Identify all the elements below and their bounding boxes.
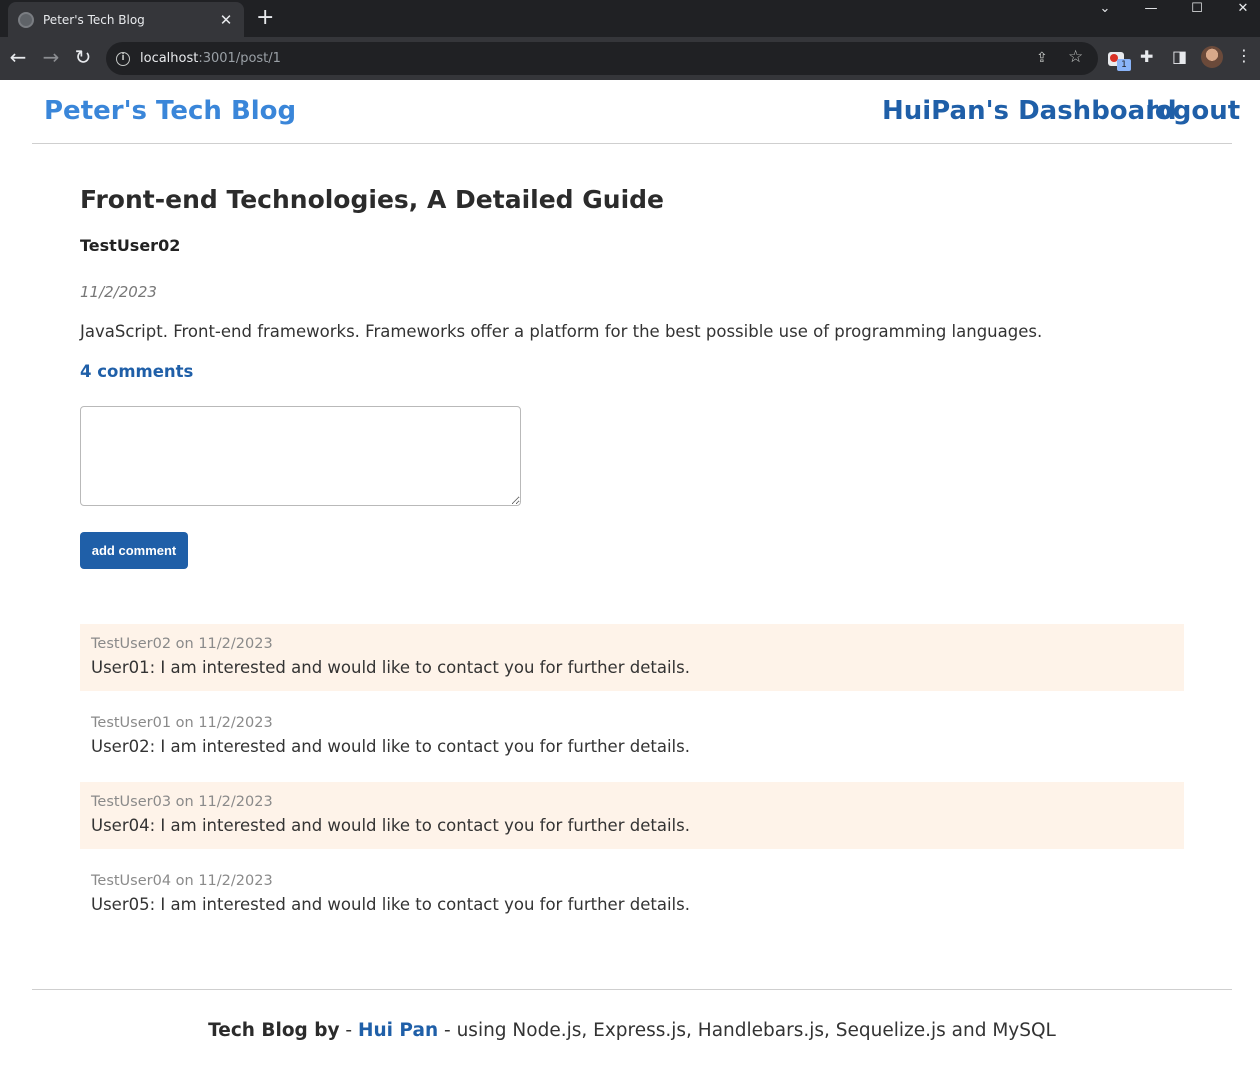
profile-avatar[interactable] (1201, 46, 1223, 68)
comment-list: TestUser02 on 11/2/2023 User01: I am int… (80, 624, 1184, 940)
comment-item: TestUser02 on 11/2/2023 User01: I am int… (80, 624, 1184, 691)
bookmark-star-icon[interactable]: ☆ (1068, 47, 1083, 67)
logout-link[interactable]: logout (1146, 96, 1240, 126)
footer-author-link[interactable]: Hui Pan (358, 1020, 438, 1041)
forward-arrow-icon[interactable]: → (40, 47, 62, 67)
share-icon[interactable]: ⇪ (1036, 50, 1048, 66)
comment-meta: TestUser03 on 11/2/2023 (91, 794, 273, 810)
footer-by: Tech Blog by (208, 1020, 340, 1041)
footer-tech: - using Node.js, Express.js, Handlebars.… (438, 1020, 1056, 1041)
comment-meta: TestUser04 on 11/2/2023 (91, 873, 273, 889)
maximize-icon[interactable]: ☐ (1186, 0, 1208, 20)
browser-menu-icon[interactable]: ⋮ (1236, 46, 1252, 66)
comment-item: TestUser03 on 11/2/2023 User04: I am int… (80, 782, 1184, 849)
comment-meta: TestUser02 on 11/2/2023 (91, 636, 273, 652)
comment-item: TestUser01 on 11/2/2023 User02: I am int… (80, 703, 1184, 770)
tab-search-chevron-icon[interactable]: ⌄ (1094, 0, 1116, 20)
window-close-icon[interactable]: ✕ (1232, 0, 1254, 20)
dashboard-link[interactable]: HuiPan's Dashboard (882, 96, 1177, 126)
comments-count: 4 comments (80, 362, 194, 381)
comment-text: User05: I am interested and would like t… (91, 895, 690, 914)
browser-tab[interactable]: Peter's Tech Blog ✕ (8, 2, 244, 37)
new-tab-plus-icon[interactable]: + (256, 7, 274, 29)
comment-item: TestUser04 on 11/2/2023 User05: I am int… (80, 861, 1184, 928)
comment-text: User04: I am interested and would like t… (91, 816, 690, 835)
browser-toolbar: ← → ↻ i localhost:3001/post/1 ⇪ ☆ 1 ✚ ◨ … (0, 37, 1260, 80)
site-title-link[interactable]: Peter's Tech Blog (44, 96, 296, 126)
reload-icon[interactable]: ↻ (72, 47, 94, 67)
comment-text: User01: I am interested and would like t… (91, 658, 690, 677)
add-comment-button[interactable]: add comment (80, 532, 188, 569)
post-date: 11/2/2023 (80, 283, 157, 301)
post-body: JavaScript. Front-end frameworks. Framew… (80, 322, 1043, 341)
post-author: TestUser02 (80, 236, 181, 255)
close-icon[interactable]: ✕ (218, 11, 234, 29)
comment-textarea[interactable] (80, 406, 521, 506)
address-bar[interactable]: i localhost:3001/post/1 ⇪ ☆ (106, 42, 1098, 75)
site-info-icon[interactable]: i (116, 51, 130, 66)
globe-icon (18, 11, 34, 28)
back-arrow-icon[interactable]: ← (7, 47, 29, 67)
comment-meta: TestUser01 on 11/2/2023 (91, 715, 273, 731)
extensions-puzzle-icon[interactable]: ✚ (1140, 47, 1153, 66)
footer-separator: - (339, 1020, 358, 1041)
site-header: Peter's Tech Blog HuiPan's Dashboard log… (32, 80, 1240, 144)
post-title: Front-end Technologies, A Detailed Guide (80, 185, 664, 214)
extension-badge: 1 (1117, 59, 1131, 71)
comment-text: User02: I am interested and would like t… (91, 737, 690, 756)
site-footer: Tech Blog by - Hui Pan - using Node.js, … (32, 989, 1232, 1041)
url-host: localhost (140, 51, 199, 66)
url-path: :3001/post/1 (198, 51, 281, 66)
tab-title: Peter's Tech Blog (43, 12, 145, 27)
side-panel-icon[interactable]: ◨ (1172, 47, 1187, 66)
footer-credit: Tech Blog by - Hui Pan - using Node.js, … (32, 1020, 1232, 1041)
page: Peter's Tech Blog HuiPan's Dashboard log… (0, 80, 1260, 1070)
minimize-icon[interactable]: — (1140, 0, 1162, 20)
browser-tab-bar: Peter's Tech Blog ✕ + ⌄ — ☐ ✕ (0, 0, 1260, 37)
